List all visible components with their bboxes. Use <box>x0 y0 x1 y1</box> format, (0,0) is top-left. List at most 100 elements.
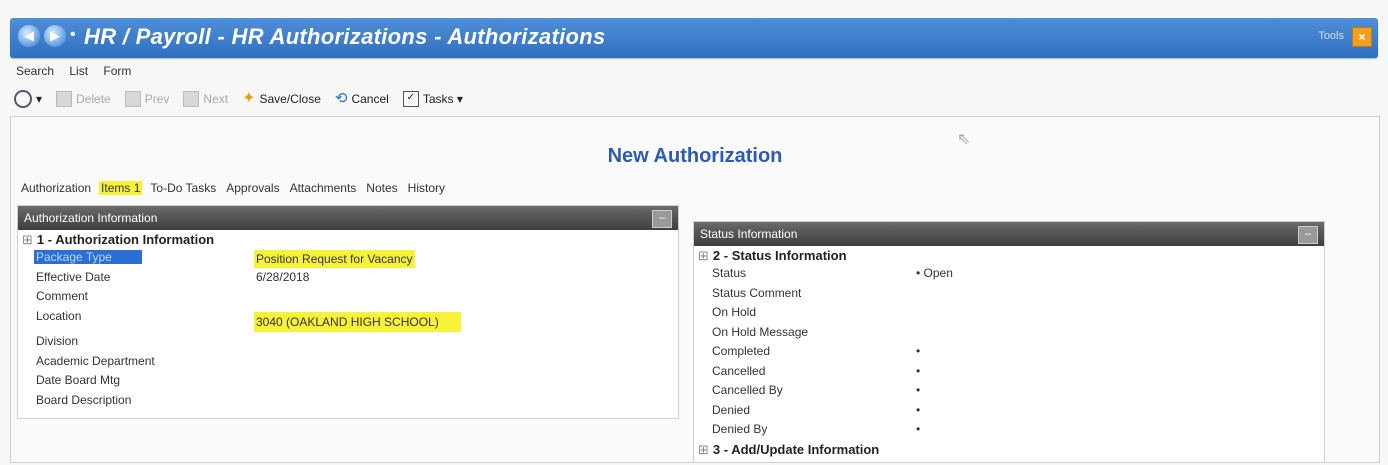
expand-icon[interactable]: ⊞ <box>22 232 33 247</box>
save-close-button[interactable]: ✦ Save/Close <box>242 90 321 107</box>
section-title: 1 - Authorization Information <box>36 232 215 247</box>
section-header[interactable]: ⊞ 2 - Status Information <box>694 248 1324 264</box>
next-label: Next <box>203 92 229 106</box>
field-label: Denied By <box>712 422 768 436</box>
window-titlebar: ◀ ▶ • HR / Payroll - HR Authorizations -… <box>10 18 1378 58</box>
menu-form[interactable]: Form <box>103 64 131 78</box>
location-value[interactable]: 3040 (OAKLAND HIGH SCHOOL) <box>254 311 461 332</box>
prev-icon <box>124 91 141 107</box>
collapse-icon[interactable]: – <box>1298 226 1318 244</box>
status-panel-title: Status Information <box>700 227 798 241</box>
section-title: 3 - Add/Update Information <box>712 441 880 457</box>
delete-button[interactable]: Delete <box>56 91 111 107</box>
tab-items[interactable]: Items 1 <box>99 181 143 195</box>
delete-icon <box>56 91 73 107</box>
section-header[interactable]: ⊞ 1 - Authorization Information <box>18 232 678 248</box>
cancelled-by-value[interactable]: • <box>916 383 920 397</box>
field-label: Board Description <box>36 392 132 407</box>
main-form: ⇖ New Authorization Authorization Items … <box>10 116 1380 463</box>
authorization-panel-title: Authorization Information <box>24 211 158 225</box>
field-label: On Hold Message <box>712 324 809 339</box>
prev-label: Prev <box>144 92 170 106</box>
denied-value[interactable]: • <box>916 403 920 417</box>
field-label: Academic Department <box>36 353 155 368</box>
collapse-icon[interactable]: – <box>652 210 672 228</box>
status-value[interactable]: • Open <box>916 266 953 280</box>
tab-history[interactable]: History <box>406 181 447 195</box>
field-row: Board Description <box>18 391 678 411</box>
delete-label: Delete <box>76 92 111 106</box>
save-close-icon: ✦ <box>242 90 256 107</box>
field-row: Status Comment <box>694 284 1324 304</box>
close-button[interactable]: × <box>1352 27 1372 47</box>
field-row: Cancelled • <box>694 362 1324 382</box>
field-row: Status • Open <box>694 264 1324 284</box>
field-row: Date Board Mtg <box>18 371 678 391</box>
field-label: Status <box>712 266 747 280</box>
package-type-value[interactable]: Position Request for Vacancy <box>254 250 415 268</box>
field-row: Comment <box>18 287 678 307</box>
title-bullet-icon: • <box>70 26 76 43</box>
menu-list[interactable]: List <box>69 64 88 78</box>
next-button[interactable]: Next <box>183 91 228 107</box>
effective-date-value[interactable]: 6/28/2018 <box>256 270 309 284</box>
tab-approvals[interactable]: Approvals <box>224 181 281 195</box>
tab-attachments[interactable]: Attachments <box>288 181 359 195</box>
field-label: Cancelled <box>712 363 766 378</box>
page-title: New Authorization <box>607 145 783 167</box>
menu-bar: Search List Form <box>16 64 143 78</box>
section-header[interactable]: ⊞ 3 - Add/Update Information <box>694 442 1324 458</box>
tab-bar: Authorization Items 1 To-Do Tasks Approv… <box>19 181 453 195</box>
field-row: Denied • <box>694 401 1324 421</box>
field-row: Package Type Position Request for Vacanc… <box>18 248 678 268</box>
denied-by-value[interactable]: • <box>916 422 920 436</box>
cancelled-value[interactable]: • <box>916 364 920 378</box>
field-row: Completed • <box>694 342 1324 362</box>
field-label: Status Comment <box>712 285 802 300</box>
field-label: Effective Date <box>36 269 111 284</box>
search-icon <box>14 90 32 108</box>
completed-value[interactable]: • <box>916 344 920 358</box>
section-title: 2 - Status Information <box>712 248 847 263</box>
field-label: On Hold <box>712 305 757 319</box>
back-arrow-icon[interactable]: ◀ <box>18 25 40 47</box>
field-row: Cancelled By • <box>694 381 1324 401</box>
field-row: Effective Date 6/28/2018 <box>18 268 678 288</box>
field-row: On Hold <box>694 303 1324 323</box>
status-panel-header: Status Information – <box>694 222 1324 246</box>
tools-menu[interactable]: Tools <box>1318 30 1344 42</box>
field-row: Division <box>18 332 678 352</box>
checkbox-icon: ✓ <box>402 91 419 107</box>
field-label: Comment <box>36 289 89 303</box>
tasks-label: Tasks <box>422 92 454 106</box>
save-close-label: Save/Close <box>259 92 321 106</box>
cancel-icon: ⟲ <box>334 90 348 107</box>
field-row: On Hold Message <box>694 323 1324 343</box>
menu-search[interactable]: Search <box>16 64 54 78</box>
field-row: Academic Department <box>18 352 678 372</box>
cancel-button[interactable]: ⟲ Cancel <box>334 90 389 107</box>
field-label: Cancelled By <box>712 383 783 397</box>
field-label: Denied <box>712 402 751 417</box>
field-label[interactable]: Package Type <box>34 250 142 264</box>
forward-arrow-icon[interactable]: ▶ <box>44 25 66 47</box>
search-tool-button[interactable]: ▾ <box>14 90 42 108</box>
authorization-panel: Authorization Information – ⊞ 1 - Authori… <box>17 205 679 419</box>
tab-notes[interactable]: Notes <box>364 181 399 195</box>
next-icon <box>183 91 200 107</box>
tab-todo-tasks[interactable]: To-Do Tasks <box>148 181 218 195</box>
prev-button[interactable]: Prev <box>124 91 170 107</box>
expand-icon[interactable]: ⊞ <box>698 248 709 263</box>
expand-icon[interactable]: ⊞ <box>698 442 709 457</box>
status-panel: Status Information – ⊞ 2 - Status Informa… <box>693 221 1325 463</box>
field-label: Date Board Mtg <box>36 373 121 387</box>
toolbar: ▾ Delete Prev Next ✦ Save/Close ⟲ Cancel… <box>14 89 477 109</box>
tasks-button[interactable]: ✓ Tasks ▾ <box>402 91 463 107</box>
window-title: HR / Payroll - HR Authorizations - Autho… <box>84 24 606 49</box>
authorization-panel-header: Authorization Information – <box>18 206 678 230</box>
field-row: Location 3040 (OAKLAND HIGH SCHOOL) <box>18 307 678 332</box>
field-label: Division <box>36 334 79 348</box>
tab-authorization[interactable]: Authorization <box>19 181 93 195</box>
field-row: Denied By • <box>694 420 1324 440</box>
cancel-label: Cancel <box>351 92 389 106</box>
